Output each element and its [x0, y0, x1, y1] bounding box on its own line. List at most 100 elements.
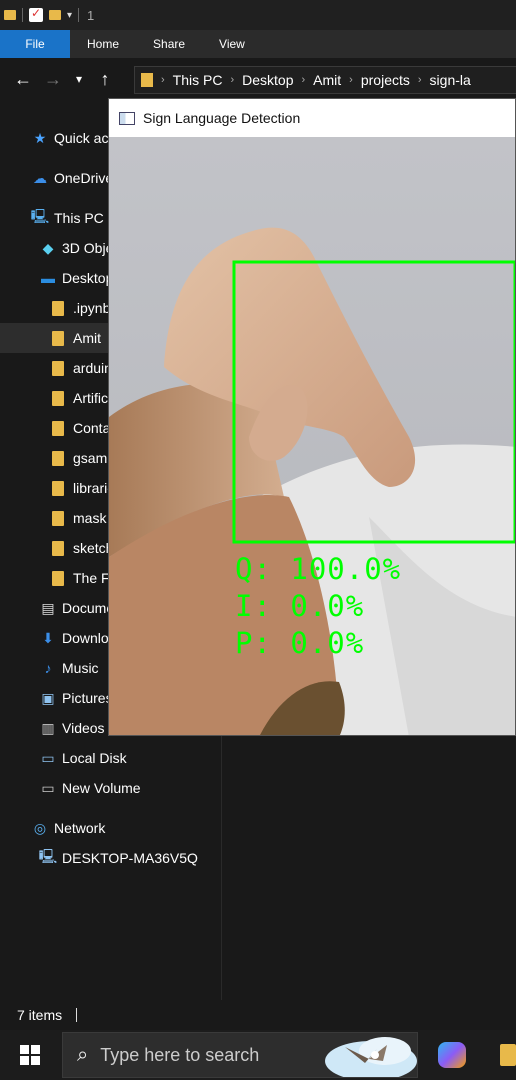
nav-item-music[interactable]: ♪ Music: [40, 653, 99, 683]
back-arrow-icon[interactable]: ←: [8, 69, 38, 90]
nav-item-label: New Volume: [62, 780, 141, 796]
nav-item-label: mask: [73, 510, 107, 526]
nav-item-the-f[interactable]: The F: [52, 563, 110, 593]
nav-item-label: Amit: [73, 330, 101, 346]
app-window-icon: [119, 111, 135, 125]
nav-item-sketch[interactable]: sketch: [52, 533, 113, 563]
customize-dropdown-icon[interactable]: ▾: [67, 10, 72, 21]
prediction-label: I: 0.0%: [235, 589, 365, 623]
nav-item-label: OneDrive: [54, 170, 114, 186]
breadcrumb-this-pc[interactable]: This PC: [173, 72, 223, 88]
disk-icon: ▭: [41, 749, 55, 766]
divider: [22, 8, 23, 22]
nav-item-videos[interactable]: ▥ Videos: [40, 713, 105, 743]
network-icon: ◎: [33, 819, 47, 836]
nav-item-label: gsam: [73, 450, 108, 466]
copilot-icon[interactable]: [438, 1042, 466, 1068]
computer-icon: 🖳: [38, 848, 58, 864]
computer-icon: 🖳: [30, 208, 50, 224]
sign-language-detection-window[interactable]: Sign Language Detection Q: 100.0% I: 0.0…: [108, 98, 516, 736]
nav-item-this-pc[interactable]: 🖳 This PC: [30, 203, 104, 233]
folder-icon: [52, 300, 64, 316]
nav-item-desktop[interactable]: ▬ Desktop: [40, 263, 113, 293]
prediction-label: Q: 100.0%: [235, 552, 402, 586]
status-bar: 7 items: [0, 1000, 516, 1030]
nav-item-new-volume[interactable]: ▭ New Volume: [40, 773, 141, 803]
breadcrumb-sign-language[interactable]: sign-la: [430, 72, 471, 88]
nav-item-label: Desktop: [62, 270, 114, 286]
chevron-right-icon[interactable]: ›: [302, 74, 306, 86]
folder-icon: [52, 480, 64, 496]
picture-icon: ▣: [41, 689, 55, 706]
drive-icon: ▭: [41, 779, 55, 796]
divider: [78, 8, 80, 22]
address-bar[interactable]: › This PC › Desktop › Amit › projects › …: [134, 66, 516, 94]
quick-access-toolbar: ▾ 1: [0, 0, 516, 30]
folder-icon: [52, 540, 64, 556]
star-icon: ★: [33, 129, 47, 146]
tab-view[interactable]: View: [202, 30, 262, 58]
recent-locations-chevron-icon[interactable]: ▾: [68, 72, 90, 86]
folder-icon: [52, 360, 64, 376]
nav-item-label: The F: [73, 570, 110, 586]
forward-arrow-icon[interactable]: →: [38, 69, 68, 90]
breadcrumb-projects[interactable]: projects: [361, 72, 410, 88]
folder-icon: [52, 570, 64, 586]
chevron-right-icon[interactable]: ›: [161, 74, 165, 86]
chevron-right-icon[interactable]: ›: [349, 74, 353, 86]
search-highlight-illustration: [325, 1037, 417, 1077]
ribbon-tabs: File Home Share View: [0, 30, 516, 58]
prediction-label: P: 0.0%: [235, 626, 365, 660]
folder-icon: [52, 420, 64, 436]
breadcrumb-desktop[interactable]: Desktop: [242, 72, 293, 88]
nav-item-desktop-ma36v5q[interactable]: 🖳 DESKTOP-MA36V5Q: [38, 843, 198, 873]
search-placeholder: Type here to search: [100, 1044, 260, 1065]
folder-icon: [52, 510, 64, 526]
file-explorer-taskbar-icon[interactable]: [500, 1044, 516, 1066]
properties-icon[interactable]: [29, 6, 43, 22]
tab-home[interactable]: Home: [70, 30, 136, 58]
divider: [76, 1008, 78, 1022]
music-icon: ♪: [44, 660, 52, 676]
search-icon: ⌕: [77, 1043, 89, 1066]
nav-item-onedrive[interactable]: ☁ OneDrive: [32, 163, 113, 193]
items-count: 7 items: [17, 1007, 63, 1023]
nav-item-label: Network: [54, 820, 106, 836]
new-folder-icon[interactable]: [49, 10, 61, 20]
nav-item-label: This PC: [54, 210, 104, 226]
taskbar: ⌕ Type here to search: [0, 1030, 516, 1080]
nav-item-local-disk[interactable]: ▭ Local Disk: [40, 743, 127, 773]
nav-item-label: Videos: [62, 720, 105, 736]
cloud-icon: ☁: [33, 169, 47, 186]
window-title-number: 1: [87, 7, 95, 23]
cube-icon: ◆: [42, 239, 54, 256]
taskbar-search-box[interactable]: ⌕ Type here to search: [62, 1032, 418, 1078]
nav-item-label: Music: [62, 660, 99, 676]
nav-item-label: Pictures: [62, 690, 113, 706]
chevron-right-icon[interactable]: ›: [418, 74, 422, 86]
nav-item-gsam[interactable]: gsam: [52, 443, 107, 473]
download-icon: ⬇: [42, 629, 54, 646]
tab-share[interactable]: Share: [136, 30, 202, 58]
video-icon: ▥: [41, 719, 55, 736]
folder-icon: [141, 73, 153, 87]
tab-file[interactable]: File: [0, 30, 70, 58]
breadcrumb-amit[interactable]: Amit: [313, 72, 341, 88]
nav-item-network[interactable]: ◎ Network: [32, 813, 105, 843]
folder-icon: [52, 330, 64, 346]
nav-item-label: DESKTOP-MA36V5Q: [62, 850, 198, 866]
desktop-icon: ▬: [41, 270, 55, 286]
windows-start-icon[interactable]: [20, 1045, 40, 1065]
nav-item-mask[interactable]: mask: [52, 503, 106, 533]
chevron-right-icon[interactable]: ›: [230, 74, 234, 86]
folder-icon[interactable]: [4, 10, 16, 20]
window-title: Sign Language Detection: [143, 110, 301, 126]
folder-icon: [52, 390, 64, 406]
folder-icon: [52, 450, 64, 466]
nav-item-pictures[interactable]: ▣ Pictures: [40, 683, 113, 713]
address-row: ← → ▾ ↑ › This PC › Desktop › Amit › pro…: [0, 58, 516, 100]
document-icon: ▤: [41, 599, 55, 616]
nav-item-label: Local Disk: [62, 750, 127, 766]
window-title-bar[interactable]: Sign Language Detection: [109, 99, 515, 137]
up-arrow-icon[interactable]: ↑: [90, 69, 120, 90]
